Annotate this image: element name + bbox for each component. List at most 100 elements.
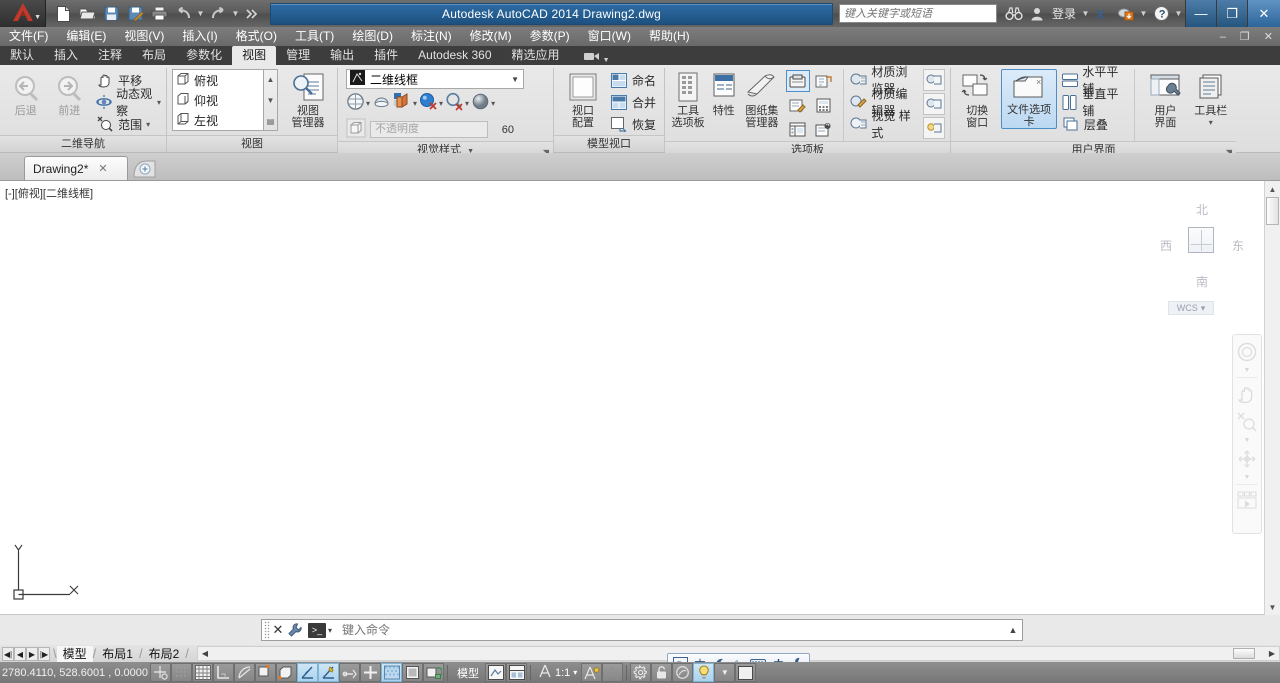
help-question-icon[interactable]: ? [1151,4,1171,24]
zoom-next-button[interactable]: 前进 [49,69,91,117]
save-as-button[interactable] [124,3,146,25]
menu-draw[interactable]: 绘图(D) [343,27,402,46]
dwg-palette-button[interactable] [785,70,810,92]
layout-prev-button[interactable]: ◀ [14,646,26,661]
visual-styles-palette-button[interactable]: 视觉 样式 [850,109,918,140]
lights-palette-button[interactable] [923,93,946,115]
user-account-icon[interactable] [1027,4,1047,24]
file-tabs-button[interactable]: × 文件选项卡 [1001,69,1057,129]
transparency-toggle[interactable] [381,663,402,682]
allow-ucs-toggle[interactable] [318,663,339,682]
status-menu-button[interactable]: ▼ [714,663,736,682]
tab-addins[interactable]: 插件 [364,46,408,65]
drawing-canvas[interactable]: [-][俯视][二维线框] 北 西 东 南 WCS ▾ ▼ ▼ ▼ ▲ ▼ [0,181,1280,615]
tab-parametric[interactable]: 参数化 [176,46,232,65]
quick-view-drawings-button[interactable] [506,663,527,682]
object-snap-toggle[interactable] [255,663,276,682]
menu-parametric[interactable]: 参数(P) [521,27,579,46]
zoom-extents-nav-icon[interactable] [1235,409,1259,435]
lighting-button[interactable]: ▾ [445,92,469,114]
redo-button[interactable] [207,3,229,25]
menu-edit[interactable]: 编辑(E) [57,27,115,46]
viewcube-north-label[interactable]: 北 [1196,201,1208,218]
new-tab-plus-icon[interactable] [130,158,158,180]
toolbars-button[interactable]: 工具栏 ▾ [1190,69,1231,129]
menu-window[interactable]: 窗口(W) [579,27,640,46]
model-space-label[interactable]: 模型 [451,665,485,681]
menu-tools[interactable]: 工具(T) [286,27,343,46]
view-item-top[interactable]: 俯视 [173,70,263,90]
workspace-switch-button[interactable] [630,663,652,682]
quick-properties-toggle[interactable] [402,663,423,682]
file-tab-drawing2[interactable]: Drawing2* ✕ [24,156,128,180]
switch-windows-button[interactable]: 切换 窗口 [956,69,998,129]
named-viewport-button[interactable]: 命名 [610,69,656,91]
viewcube-east-label[interactable]: 东 [1232,237,1244,254]
viewcube-west-label[interactable]: 西 [1160,237,1172,254]
tab-insert[interactable]: 插入 [44,46,88,65]
restore-viewport-button[interactable]: 恢复 [610,113,656,135]
menu-insert[interactable]: 插入(I) [173,27,226,46]
cloud-caret-icon[interactable]: ▼ [1139,9,1148,18]
quick-view-layouts-button[interactable] [485,663,506,682]
orbit-nav-caret-icon[interactable]: ▼ [1244,474,1251,481]
menu-modify[interactable]: 修改(M) [461,27,521,46]
tab-featured-apps[interactable]: 精选应用 [502,46,570,65]
orbit-nav-icon[interactable] [1235,446,1259,472]
face-color-button[interactable]: ▾ [393,92,417,114]
annotation-scale-display[interactable]: 1:1 ▾ [534,664,581,681]
menu-file[interactable]: 文件(F) [0,27,57,46]
tab-output[interactable]: 输出 [320,46,364,65]
new-file-button[interactable] [52,3,74,25]
window-restore-button[interactable]: ❐ [1216,0,1247,27]
clean-screen-button[interactable] [735,663,757,682]
view-list-scroll-down[interactable]: ▼ [267,91,275,109]
shaded-display-button[interactable] [372,92,391,114]
shadow-display-button[interactable]: ▾ [419,92,443,114]
auto-add-scale-button[interactable] [602,663,624,682]
zoom-nav-caret-icon[interactable]: ▼ [1244,437,1251,444]
tab-manage[interactable]: 管理 [276,46,320,65]
tab-layout[interactable]: 布局 [132,46,176,65]
command-line-close-icon[interactable]: ✕ [270,622,286,638]
sheet-set-manager-button[interactable]: 图纸集 管理器 [741,69,782,129]
viewport-label[interactable]: [-][俯视][二维线框] [5,185,93,201]
markup-set-button[interactable] [786,94,810,116]
view-list-scroll-up[interactable]: ▲ [267,70,275,88]
menu-dimension[interactable]: 标注(N) [402,27,461,46]
steering-wheel-caret-icon[interactable]: ▼ [1244,367,1251,374]
zoom-previous-button[interactable]: 后退 [5,69,47,117]
toolbar-lock-button[interactable] [651,663,673,682]
annotation-scale-caret-icon[interactable]: ▾ [573,668,577,677]
layout-tab-model[interactable]: 模型 [56,645,93,662]
view-manager-button[interactable]: 视图 管理器 [284,69,332,129]
tab-view[interactable]: 视图 [232,46,277,65]
document-close-button[interactable]: ✕ [1257,30,1280,43]
wrench-icon[interactable] [286,623,304,637]
view-cube[interactable]: 北 西 东 南 WCS ▾ [1154,191,1246,315]
hscroll-left-arrow-icon[interactable]: ◀ [198,649,212,658]
layout-first-button[interactable]: ◀| [2,646,14,661]
canvas-vertical-scrollbar[interactable]: ▲ ▼ [1264,181,1280,615]
visual-style-caret-icon[interactable]: ▼ [511,75,519,84]
autodesk-360-icon[interactable] [1116,4,1136,24]
showmotion-icon[interactable] [1235,488,1259,514]
workspace-camera-icon[interactable]: ▼ [583,51,610,65]
window-close-button[interactable]: ✕ [1247,0,1280,27]
orbit-caret-icon[interactable]: ▾ [157,98,161,107]
undo-button[interactable] [172,3,194,25]
viewcube-cube[interactable] [1188,227,1214,253]
document-restore-button[interactable]: ❐ [1233,30,1257,43]
coordinate-display[interactable]: 2780.4110, 528.6001 , 0.0000 [0,667,150,679]
tab-autodesk360[interactable]: Autodesk 360 [408,46,501,65]
view-item-bottom[interactable]: 仰视 [173,90,263,110]
autodesk-exchange-icon[interactable]: X [1093,4,1113,24]
ortho-mode-toggle[interactable] [213,663,234,682]
lighting-caret-icon[interactable]: ▾ [465,99,469,108]
sun-properties-button[interactable] [923,117,946,139]
menu-view[interactable]: 视图(V) [115,27,173,46]
material-sphere-button[interactable]: ▾ [471,92,495,114]
login-caret-icon[interactable]: ▼ [1081,9,1090,18]
viewport-configuration-button[interactable]: 视口 配置 [559,69,607,129]
zoom-extents-caret-icon[interactable]: ▾ [146,120,150,129]
